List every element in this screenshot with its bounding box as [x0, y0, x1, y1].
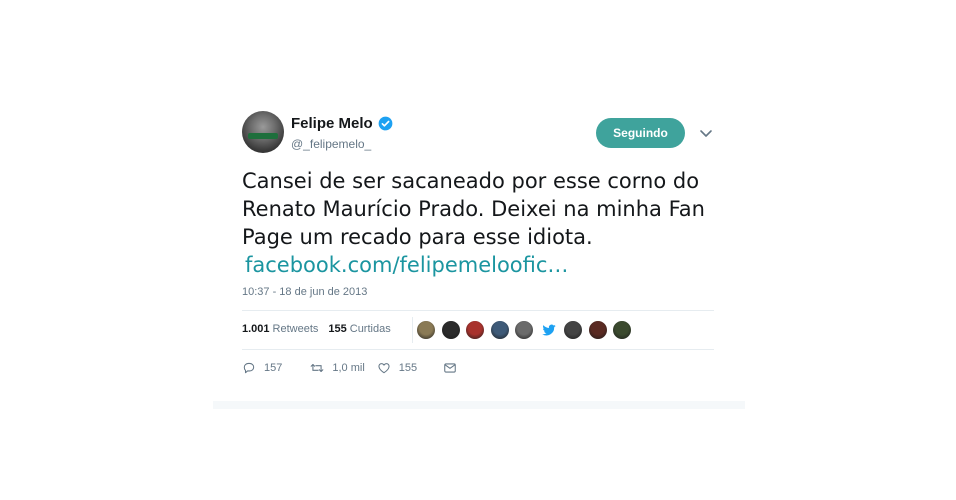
liker-avatar[interactable]: [465, 320, 485, 340]
likes-count: 155: [328, 323, 347, 335]
tweet-card: Felipe Melo @_felipemelo_ Seguindo Canse…: [213, 95, 745, 401]
tweet-link[interactable]: facebook.com/felipemeloofic…: [245, 251, 722, 279]
tweet-timestamp[interactable]: 10:37 - 18 de jun de 2013: [242, 286, 367, 298]
likes-stat[interactable]: 155 Curtidas: [328, 323, 390, 335]
liker-avatar[interactable]: [514, 320, 534, 340]
tweet-text-line: Cansei de ser sacaneado por esse corno d…: [242, 169, 700, 193]
liker-avatar[interactable]: [563, 320, 583, 340]
reply-count: 157: [264, 362, 283, 374]
avatar-band: [248, 133, 278, 139]
card-footer-bar: [213, 401, 745, 409]
tweet-text-line: Renato Maurício Prado. Deixei na minha F…: [242, 197, 705, 221]
stats-separator: [412, 317, 413, 343]
retweets-count: 1.001: [242, 323, 270, 335]
reply-button[interactable]: 157: [242, 361, 282, 375]
retweets-stat[interactable]: 1.001 Retweets: [242, 323, 318, 335]
tweet-text: Cansei de ser sacaneado por esse corno d…: [242, 167, 722, 279]
divider: [242, 310, 714, 311]
retweets-label: Retweets: [272, 323, 319, 335]
liker-avatar[interactable]: [587, 320, 608, 340]
likes-label: Curtidas: [349, 323, 391, 335]
chevron-down-icon[interactable]: [699, 126, 713, 140]
like-count: 155: [398, 362, 418, 374]
liker-avatar[interactable]: [416, 320, 436, 340]
retweet-button[interactable]: 1,0 mil: [310, 361, 365, 375]
likers-avatars: [416, 320, 637, 342]
like-button[interactable]: 155: [377, 361, 417, 375]
divider: [242, 349, 714, 350]
following-button[interactable]: Seguindo: [596, 118, 685, 148]
envelope-icon: [444, 363, 456, 373]
liker-avatar[interactable]: [489, 320, 510, 340]
user-handle[interactable]: @_felipemelo_: [291, 137, 371, 151]
liker-avatar[interactable]: [440, 320, 461, 340]
avatar[interactable]: [242, 111, 284, 153]
verified-badge-icon: [378, 116, 393, 131]
user-name[interactable]: Felipe Melo: [291, 115, 373, 132]
liker-avatar[interactable]: [612, 320, 632, 340]
reply-icon: [243, 362, 255, 374]
direct-message-button[interactable]: [443, 361, 457, 375]
retweet-icon: [311, 363, 324, 373]
heart-icon: [378, 363, 390, 374]
tweet-text-line: Page um recado para esse idiota.: [242, 225, 593, 249]
tweet-actions: 157 1,0 mil 155: [242, 361, 457, 375]
bird-icon[interactable]: [538, 320, 559, 340]
retweet-count: 1,0 mil: [332, 362, 365, 374]
tweet-stats: 1.001 Retweets 155 Curtidas: [242, 323, 391, 335]
